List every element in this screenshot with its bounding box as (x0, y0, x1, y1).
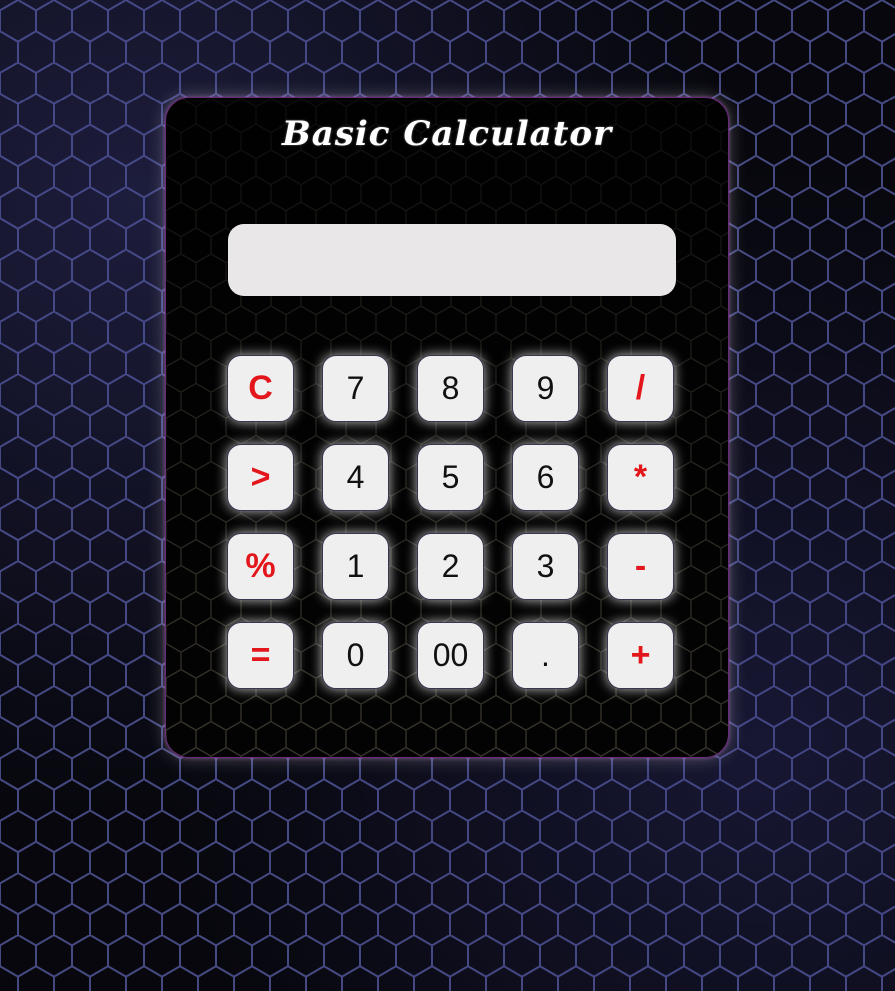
backspace-button[interactable]: > (227, 444, 294, 511)
digit-3-button[interactable]: 3 (512, 533, 579, 600)
keypad: C 7 8 9 / > 4 5 6 * % 1 2 3 - = 0 00 . + (227, 355, 674, 689)
double-zero-button[interactable]: 00 (417, 622, 484, 689)
calculator-display[interactable] (228, 224, 676, 296)
clear-button[interactable]: C (227, 355, 294, 422)
digit-4-button[interactable]: 4 (322, 444, 389, 511)
add-button[interactable]: + (607, 622, 674, 689)
divide-button[interactable]: / (607, 355, 674, 422)
digit-1-button[interactable]: 1 (322, 533, 389, 600)
digit-9-button[interactable]: 9 (512, 355, 579, 422)
digit-7-button[interactable]: 7 (322, 355, 389, 422)
digit-6-button[interactable]: 6 (512, 444, 579, 511)
digit-0-button[interactable]: 0 (322, 622, 389, 689)
decimal-point-button[interactable]: . (512, 622, 579, 689)
calculator-title: Basic Calculator (281, 114, 613, 154)
subtract-button[interactable]: - (607, 533, 674, 600)
equals-button[interactable]: = (227, 622, 294, 689)
percent-button[interactable]: % (227, 533, 294, 600)
calculator-card: Basic Calculator C 7 8 9 / > 4 5 6 * % 1… (165, 97, 729, 758)
digit-5-button[interactable]: 5 (417, 444, 484, 511)
digit-2-button[interactable]: 2 (417, 533, 484, 600)
multiply-button[interactable]: * (607, 444, 674, 511)
digit-8-button[interactable]: 8 (417, 355, 484, 422)
